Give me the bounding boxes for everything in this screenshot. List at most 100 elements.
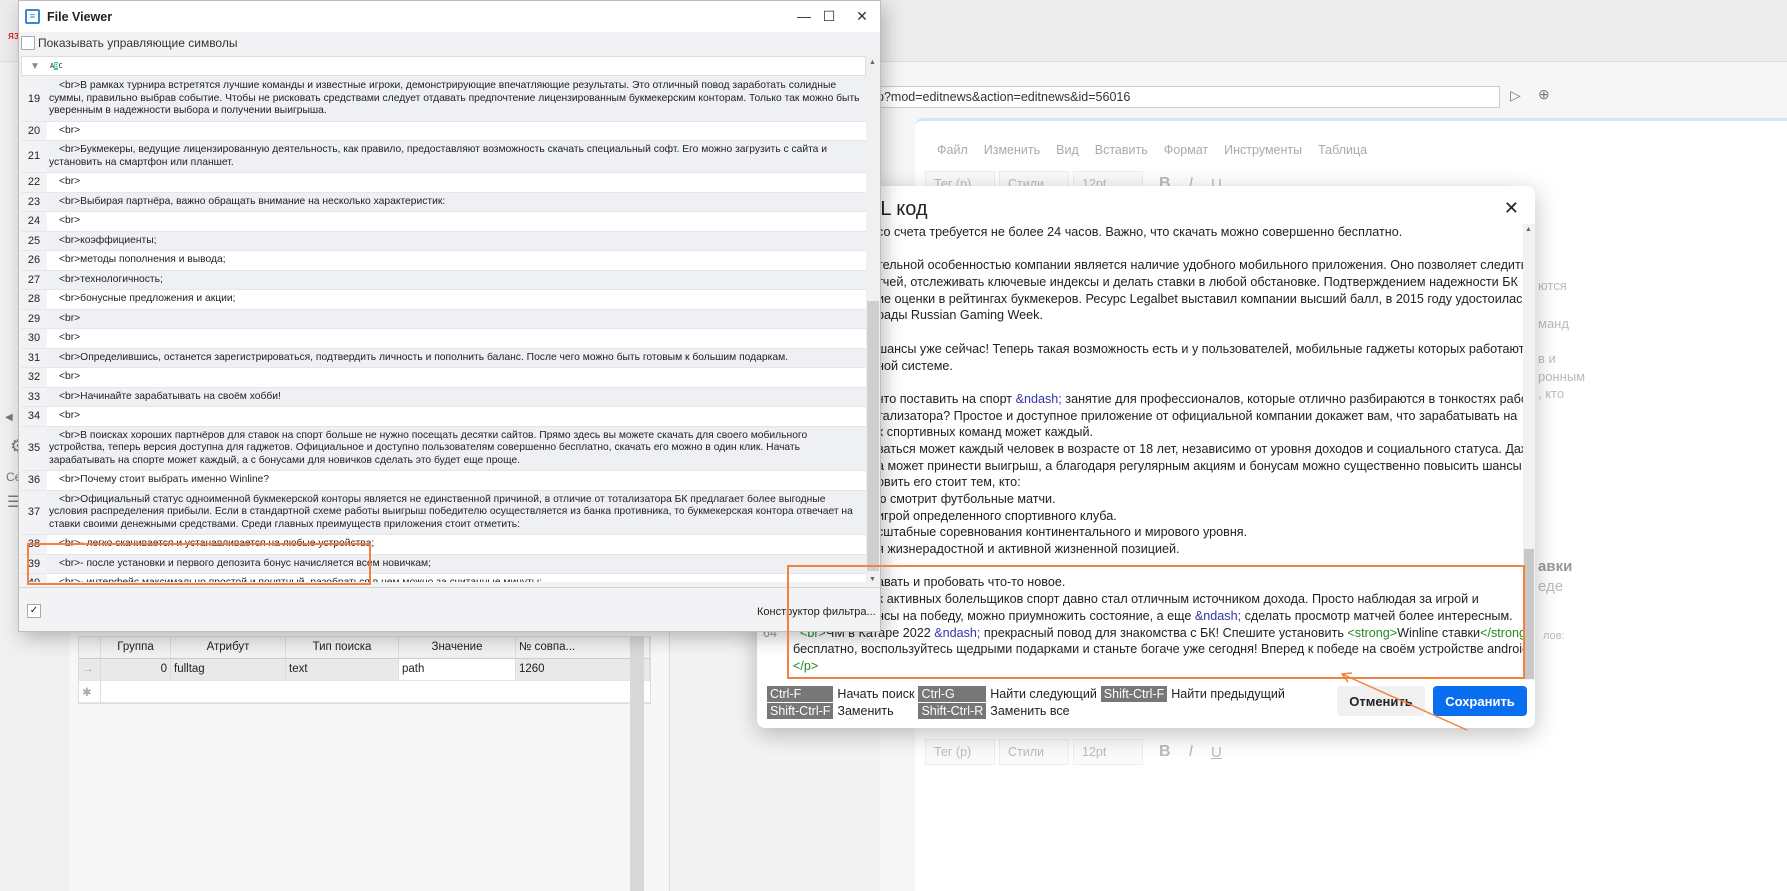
title-bar[interactable]: ≡ File Viewer — ☐ ✕ [19, 1, 880, 32]
filter-row[interactable]: ▼ ABC [21, 56, 866, 76]
line-text: <br>Выбирая партнёра, важно обращать вни… [47, 192, 866, 211]
col-attribute[interactable]: Атрибут [171, 637, 286, 658]
line-text: <br>коэффициенты; [47, 231, 866, 250]
line-text: <br>методы пополнения и вывода; [59, 254, 226, 265]
line-row[interactable]: 31 <br>Определившись, останется зарегистр… [21, 348, 866, 368]
tag-select-bottom[interactable]: Тег (p) [925, 739, 995, 765]
line-number: 29 [21, 309, 47, 328]
line-text: <br>В поисках хороших партнёров для став… [47, 426, 866, 470]
shortcut-key: Ctrl-G [918, 686, 987, 702]
editor-toolbar-bottom: Тег (p) Стили 12pt B I U [925, 739, 1222, 765]
line-row[interactable]: 35 <br>В поисках хороших партнёров для ст… [21, 426, 866, 471]
line-number: 25 [21, 231, 47, 250]
col-group[interactable]: Группа [101, 637, 171, 658]
file-viewer-scrollbar[interactable]: ▲ ▼ [866, 56, 880, 586]
menu-edit[interactable]: Изменить [984, 143, 1040, 157]
url-input[interactable]: p?mod=editnews&action=editnews&id=56016 [860, 86, 1500, 108]
bg-text-fragment: авки [1538, 558, 1573, 575]
line-row[interactable]: 34 <br> [21, 407, 866, 427]
shortcut-key: Shift-Ctrl-F [767, 703, 834, 719]
line-text: <br>Определившись, останется зарегистрир… [47, 348, 866, 367]
styles-select-bottom[interactable]: Стили [999, 739, 1069, 765]
line-row[interactable]: 21 <br>Букмекеры, ведущие лицензированную… [21, 141, 866, 173]
cell-value[interactable]: path [399, 659, 516, 680]
line-row[interactable]: 36 <br>Почему стоит выбрать именно Winlin… [21, 471, 866, 491]
cell-attribute[interactable]: fulltag [171, 659, 286, 680]
menu-view[interactable]: Вид [1056, 143, 1079, 157]
line-row[interactable]: 37 <br>Официальный статус одноименной бук… [21, 490, 866, 535]
file-viewer-app-icon: ≡ [25, 9, 40, 24]
shortcut-key: Ctrl-F [767, 686, 834, 702]
code-text: тельной особенностью компании является н… [877, 258, 1523, 273]
line-number: 26 [21, 251, 47, 270]
line-row[interactable]: 26 <br>методы пополнения и вывода; [21, 251, 866, 271]
line-number: 28 [21, 290, 47, 309]
line-number: 37 [21, 490, 47, 534]
maximize-icon[interactable]: ☐ [819, 8, 839, 25]
shortcut-hints: Ctrl-F Начать поиск Ctrl-G Найти следующий… [767, 686, 1285, 719]
table-row[interactable]: → 0 fulltag text path 1260 [79, 659, 650, 681]
line-row[interactable]: 23 <br>Выбирая партнёра, важно обращать в… [21, 192, 866, 212]
text-filter-icon[interactable]: ABC [50, 62, 63, 70]
shortcut-label: Заменить все [990, 704, 1070, 718]
line-text: <br> [59, 215, 81, 226]
line-row[interactable]: 28 <br>бонусные предложения и акции; [21, 290, 866, 310]
line-number: 34 [21, 407, 47, 426]
line-row[interactable]: 29 <br> [21, 309, 866, 329]
show-control-chars-checkbox[interactable] [21, 36, 35, 50]
filter-enabled-checkbox[interactable]: ✓ [27, 604, 41, 618]
line-number: 33 [21, 387, 47, 406]
shortcut-label: Найти предыдущий [1171, 687, 1285, 701]
center-scrollbar[interactable] [630, 636, 644, 891]
close-icon[interactable]: ✕ [852, 8, 872, 25]
row-indicator-header [79, 637, 101, 658]
filter-icon[interactable]: ▼ [22, 61, 48, 72]
code-text: сштабные соревнования континентального и… [877, 525, 1248, 540]
bold-icon[interactable]: B [1159, 743, 1171, 761]
play-icon[interactable]: ▷ [1510, 87, 1521, 104]
close-icon[interactable]: ✕ [1504, 198, 1519, 219]
collapse-left-icon[interactable]: ◀ [5, 412, 13, 423]
line-row[interactable]: 27 <br>технологичность; [21, 270, 866, 290]
highlight-box [27, 543, 371, 585]
line-row[interactable]: 19 <br>В рамках турнира встретятся лучшие… [21, 77, 866, 122]
line-row[interactable]: 30 <br> [21, 329, 866, 349]
col-search-type[interactable]: Тип поиска [286, 637, 399, 658]
bg-text-fragment: ронным [1538, 369, 1586, 384]
line-row[interactable]: 20 <br> [21, 121, 866, 141]
line-row[interactable]: 22 <br> [21, 173, 866, 193]
code-text: рады Russian Gaming Week. [877, 308, 1043, 323]
menu-tools[interactable]: Инструменты [1224, 143, 1302, 157]
line-text: <br> [47, 309, 866, 328]
size-select-bottom[interactable]: 12pt [1073, 739, 1143, 765]
code-text: овить его стоит тем, кто: [877, 475, 1021, 490]
menu-insert[interactable]: Вставить [1095, 143, 1148, 157]
code-text: ваться может каждый человек в возрасте о… [877, 441, 1523, 456]
line-row[interactable]: 25 <br>коэффициенты; [21, 231, 866, 251]
underline-icon[interactable]: U [1211, 744, 1222, 761]
code-text: ие оценки в рейтингах букмекеров. Ресурс… [877, 291, 1523, 306]
line-row[interactable]: 32 <br> [21, 368, 866, 388]
add-circle-icon[interactable]: ⊕ [1538, 86, 1550, 103]
menu-format[interactable]: Формат [1164, 143, 1208, 157]
menu-table[interactable]: Таблица [1318, 143, 1367, 157]
minimize-icon[interactable]: — [794, 8, 814, 24]
menu-file[interactable]: Файл [937, 143, 968, 157]
col-value[interactable]: Значение [399, 637, 516, 658]
cell-search-type[interactable]: text [286, 659, 399, 680]
line-text: <br> [59, 332, 81, 343]
italic-icon[interactable]: I [1189, 743, 1193, 761]
line-number: 31 [21, 348, 47, 367]
options-row: Показывать управляющие символы [19, 32, 880, 54]
bg-text-fragment: , кто [1538, 386, 1565, 401]
line-row[interactable]: 24 <br> [21, 212, 866, 232]
line-number: 19 [21, 77, 47, 121]
line-row[interactable]: 33 <br>Начинайте зарабатывать на своём хо… [21, 387, 866, 407]
cell-group[interactable]: 0 [101, 659, 171, 680]
line-text: <br>технологичность; [47, 270, 866, 289]
line-text: <br>Начинайте зарабатывать на своём хобб… [47, 387, 866, 406]
line-number: 22 [21, 173, 47, 192]
line-number: 24 [21, 212, 47, 231]
new-row[interactable]: ✱ [79, 681, 650, 703]
line-number: 30 [21, 329, 47, 348]
